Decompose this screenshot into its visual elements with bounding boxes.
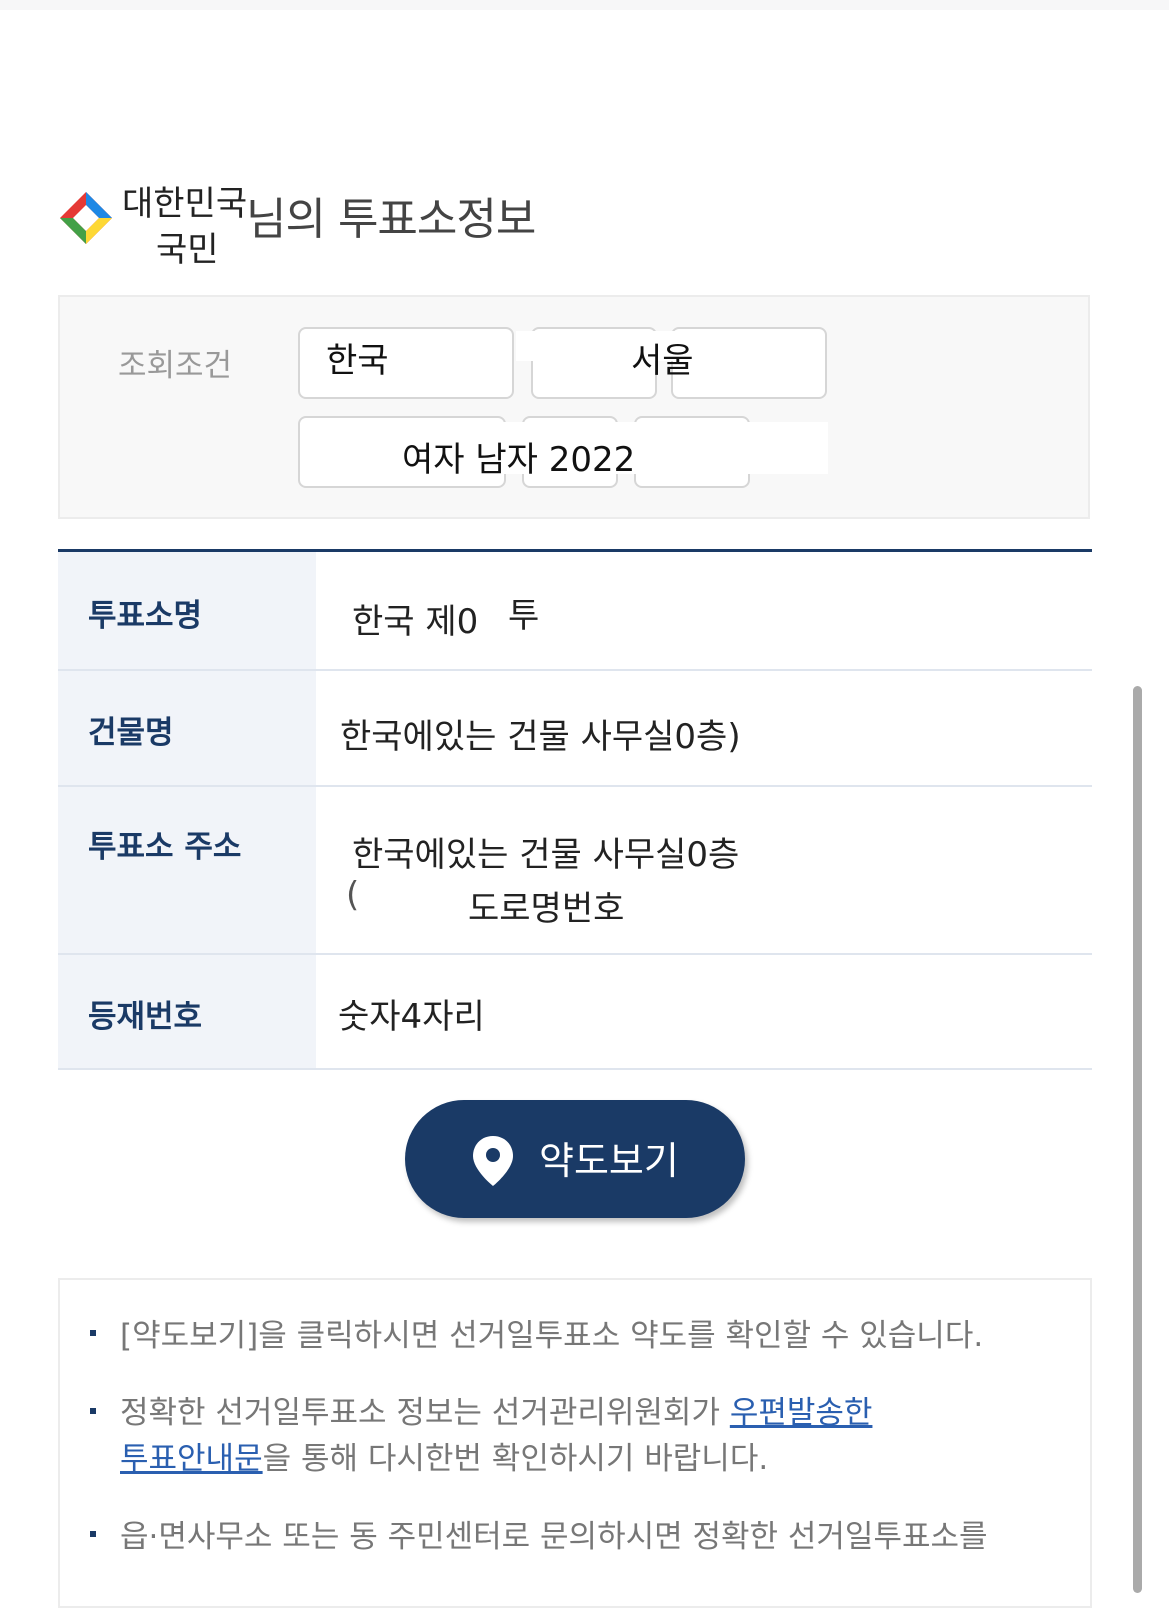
- registration-number-value: 숫자4자리: [338, 997, 485, 1037]
- map-pin-icon: [473, 1136, 513, 1186]
- scrollbar[interactable]: [1133, 686, 1142, 1593]
- region-select-value: 한국: [326, 341, 389, 381]
- row-polling-place-name: 투표소명 한국 제0 투: [58, 552, 1092, 671]
- notice-item-2-line2: 투표안내문을 통해 다시한번 확인하시기 바랍니다.: [120, 1433, 768, 1478]
- user-name: 대한민국: [122, 184, 248, 224]
- bullet-icon: [90, 1408, 96, 1414]
- row-header: [58, 787, 316, 953]
- polling-place-page: 대한민국 국민 님의 투표소정보 조회조건 한국 서울 여자 남자 2022 투…: [0, 0, 1169, 1608]
- polling-place-name-value: 한국 제0: [352, 602, 479, 642]
- row-building-name: 건물명 한국에있는 건물 사무실0층): [58, 671, 1092, 787]
- address-label: 투표소 주소: [88, 829, 242, 865]
- address-value-line2: 도로명번호: [468, 889, 625, 929]
- building-name-label: 건물명: [88, 715, 174, 751]
- district-select[interactable]: [671, 327, 827, 399]
- gender-select-value: 여자 남자 2022: [402, 440, 636, 480]
- mailed-guide-link[interactable]: 우편발송한: [730, 1395, 873, 1431]
- query-label: 조회조건: [118, 348, 233, 384]
- voting-guide-link[interactable]: 투표안내문: [120, 1441, 263, 1477]
- polling-place-name-label: 투표소명: [88, 598, 203, 634]
- view-map-button[interactable]: 약도보기: [405, 1100, 745, 1218]
- building-name-value: 한국에있는 건물 사무실0층): [340, 717, 741, 757]
- nec-logo-icon: [60, 192, 112, 244]
- polling-place-name-extra: 투: [508, 596, 540, 636]
- view-map-label: 약도보기: [539, 1139, 679, 1183]
- notice-item-3: 읍·면사무소 또는 동 주민센터로 문의하시면 정확한 선거일투표소를: [120, 1519, 988, 1555]
- address-paren: (: [346, 875, 360, 915]
- address-value-line1: 한국에있는 건물 사무실0층: [352, 835, 740, 875]
- bullet-icon: [90, 1330, 96, 1336]
- row-address: 투표소 주소 한국에있는 건물 사무실0층 ( 도로명번호: [58, 787, 1092, 955]
- bullet-icon: [90, 1531, 96, 1537]
- notice-item-2-text: 정확한 선거일투표소 정보는 선거관리위원회가: [120, 1395, 730, 1431]
- registration-number-label: 등재번호: [88, 999, 203, 1035]
- notice-item-2-line1: 정확한 선거일투표소 정보는 선거관리위원회가 우편발송한: [120, 1387, 872, 1432]
- city-select-value: 서울: [631, 341, 694, 381]
- row-registration-number: 등재번호 숫자4자리: [58, 955, 1092, 1070]
- page-title: 님의 투표소정보: [246, 194, 536, 245]
- notice-item-1: [약도보기]을 클릭하시면 선거일투표소 약도를 확인할 수 있습니다.: [120, 1318, 984, 1354]
- notice-item-2-text-end: 을 통해 다시한번 확인하시기 바랍니다.: [262, 1441, 769, 1477]
- user-name-line2: 국민: [156, 230, 219, 270]
